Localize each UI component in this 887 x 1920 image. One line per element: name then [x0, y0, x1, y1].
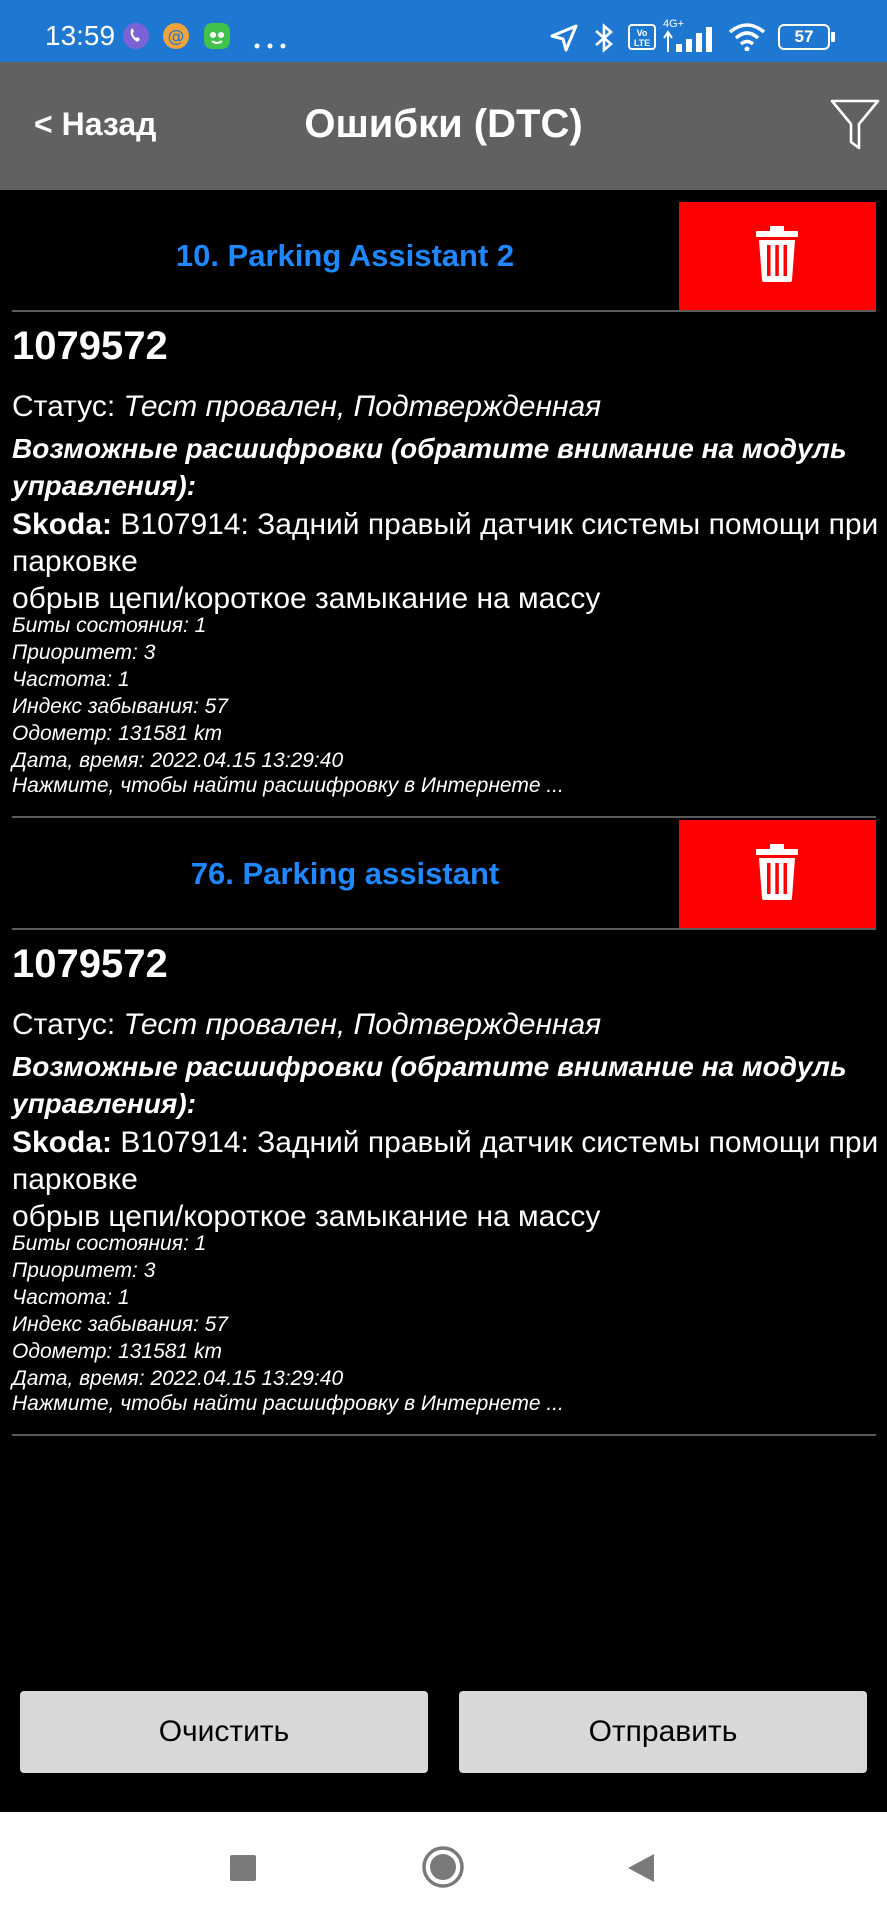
decode-line-2: обрыв цепи/короткое замыкание на массу: [12, 1200, 601, 1233]
search-online-link[interactable]: Нажмите, чтобы найти расшифровку в Интер…: [12, 774, 564, 798]
decode-text: Skoda: B107914: Задний правый датчик сис…: [12, 1124, 882, 1235]
viber-icon: [122, 22, 150, 55]
error-entry[interactable]: 10. Parking Assistant 2 1079572 Статус: …: [0, 202, 887, 818]
status-value: Тест провален, Подтвержденная: [123, 390, 602, 423]
error-entry-header: 10. Parking Assistant 2: [0, 202, 887, 310]
decode-hint-heading: Возможные расшифровки (обратите внимание…: [12, 433, 847, 501]
bluetooth-icon: [592, 22, 616, 59]
page-title: Ошибки (DTC): [304, 102, 583, 146]
detail-datetime: Дата, время: 2022.04.15 13:29:40: [12, 749, 344, 772]
mail-icon: @: [162, 22, 190, 55]
divider: [12, 816, 876, 818]
decode-text: Skoda: B107914: Задний правый датчик сис…: [12, 506, 882, 617]
detail-odometer: Одометр: 131581 km: [12, 722, 222, 745]
app-icon: [203, 22, 231, 55]
clear-button[interactable]: Очистить: [20, 1691, 428, 1773]
module-title: 10. Parking Assistant 2: [175, 238, 515, 273]
detail-datetime: Дата, время: 2022.04.15 13:29:40: [12, 1367, 344, 1390]
delete-button[interactable]: [679, 820, 876, 928]
status-bar: 13:59 @ Vo LTE 4G+ 57: [0, 0, 887, 62]
wifi-icon: [728, 23, 766, 56]
delete-button[interactable]: [679, 202, 876, 310]
error-entry-header: 76. Parking assistant: [0, 820, 887, 928]
divider: [12, 928, 876, 930]
decode-line-2: обрыв цепи/короткое замыкание на массу: [12, 582, 601, 615]
nav-home-icon[interactable]: [421, 1845, 465, 1894]
nav-back-icon[interactable]: [626, 1852, 656, 1889]
signal-icon: [662, 26, 720, 57]
status-label: Статус:: [12, 390, 116, 423]
error-details: Биты состояния: 1 Приоритет: 3 Частота: …: [12, 1230, 343, 1392]
detail-frequency: Частота: 1: [12, 668, 130, 691]
brand-label: Skoda:: [12, 1126, 113, 1159]
error-status: Статус: Тест провален, Подтвержденная: [12, 390, 601, 424]
trash-icon: [756, 844, 798, 900]
error-code: 1079572: [12, 942, 168, 986]
detail-priority: Приоритет: 3: [12, 641, 156, 664]
error-entry[interactable]: 76. Parking assistant 1079572 Статус: Те…: [0, 820, 887, 1436]
decode-line-1: B107914: Задний правый датчик системы по…: [12, 508, 879, 578]
status-label: Статус:: [12, 1008, 116, 1041]
volte-badge: Vo LTE: [628, 24, 656, 50]
detail-priority: Приоритет: 3: [12, 1259, 156, 1282]
system-nav-bar: [0, 1812, 887, 1920]
decode-hint-heading: Возможные расшифровки (обратите внимание…: [12, 1051, 847, 1119]
trash-icon: [756, 226, 798, 282]
detail-status-bits: Биты состояния: 1: [12, 1232, 207, 1255]
detail-frequency: Частота: 1: [12, 1286, 130, 1309]
module-title: 76. Parking assistant: [190, 856, 500, 891]
nav-recents-icon[interactable]: [229, 1854, 257, 1887]
detail-forget-index: Индекс забывания: 57: [12, 695, 229, 718]
divider: [12, 1434, 876, 1436]
filter-icon[interactable]: [830, 98, 880, 159]
detail-forget-index: Индекс забывания: 57: [12, 1313, 229, 1336]
svg-text:@: @: [168, 27, 185, 47]
detail-odometer: Одометр: 131581 km: [12, 1340, 222, 1363]
brand-label: Skoda:: [12, 508, 113, 541]
more-dots-icon: [254, 36, 286, 54]
error-status: Статус: Тест провален, Подтвержденная: [12, 1008, 601, 1042]
error-code: 1079572: [12, 324, 168, 368]
battery-icon: 57: [778, 24, 830, 50]
battery-tip: [831, 32, 835, 42]
search-online-link[interactable]: Нажмите, чтобы найти расшифровку в Интер…: [12, 1392, 564, 1416]
status-value: Тест провален, Подтвержденная: [123, 1008, 602, 1041]
location-icon: [549, 23, 579, 58]
error-details: Биты состояния: 1 Приоритет: 3 Частота: …: [12, 612, 343, 774]
decode-line-1: B107914: Задний правый датчик системы по…: [12, 1126, 879, 1196]
send-button[interactable]: Отправить: [459, 1691, 867, 1773]
status-time: 13:59: [45, 20, 116, 51]
detail-status-bits: Биты состояния: 1: [12, 614, 207, 637]
divider: [12, 310, 876, 312]
app-header: < Назад Ошибки (DTC): [0, 62, 887, 190]
